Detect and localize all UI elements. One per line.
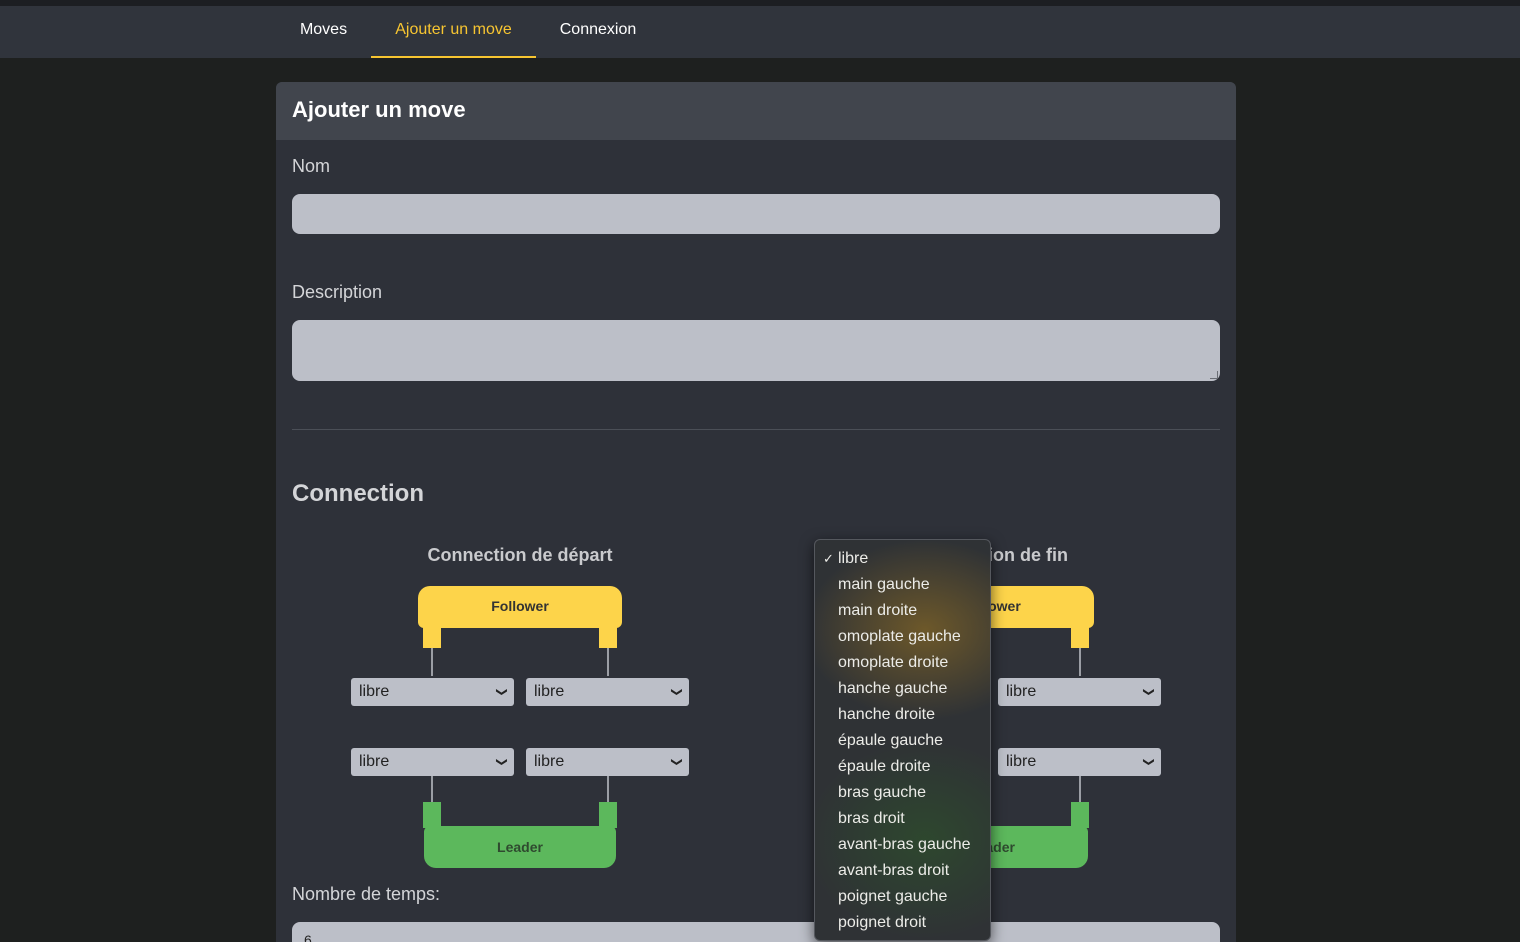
start-follower-left-select[interactable]: libre ❯ [351, 678, 514, 706]
dropdown-option-omoplate-droite[interactable]: omoplate droite [815, 650, 990, 676]
start-follower-right-select[interactable]: libre ❯ [526, 678, 689, 706]
top-navbar: Moves Ajouter un move Connexion [0, 6, 1520, 58]
divider [292, 429, 1220, 430]
description-label: Description [292, 282, 383, 302]
dropdown-option-poignet-gauche[interactable]: poignet gauche [815, 884, 990, 910]
end-follower-right-hand [1071, 622, 1089, 648]
page-title: Ajouter un move [292, 97, 466, 122]
start-leader-right-select[interactable]: libre ❯ [526, 748, 689, 776]
start-bottom-right-connector [607, 776, 609, 802]
dropdown-option-omoplate-gauche[interactable]: omoplate gauche [815, 624, 990, 650]
dropdown-option-bras-gauche[interactable]: bras gauche [815, 780, 990, 806]
dropdown-option-avant-bras-gauche[interactable]: avant-bras gauche [815, 832, 990, 858]
dropdown-option-hanche-droite[interactable]: hanche droite [815, 702, 990, 728]
start-follower-left-hand [423, 622, 441, 648]
dropdown-option-label: libre [838, 550, 869, 567]
start-leader-right-hand [599, 802, 617, 828]
nav-tab-moves[interactable]: Moves [276, 6, 371, 58]
add-move-card: Ajouter un move Nom Description Connecti… [276, 82, 1236, 942]
end-leader-right-select[interactable]: libre ❯ [998, 748, 1161, 776]
start-bottom-left-connector [431, 776, 433, 802]
description-textarea[interactable] [292, 320, 1220, 381]
end-leader-right-select-value: libre [1006, 753, 1037, 770]
nom-label: Nom [292, 156, 331, 176]
start-follower-bar: Follower [418, 586, 622, 628]
dropdown-option-libre[interactable]: ✓ libre [815, 546, 990, 572]
nav-tab-ajouter-un-move[interactable]: Ajouter un move [371, 6, 536, 58]
start-leader-left-select[interactable]: libre ❯ [351, 748, 514, 776]
end-follower-right-select[interactable]: libre ❯ [998, 678, 1161, 706]
start-follower-left-select-value: libre [359, 683, 390, 700]
tempo-label: Nombre de temps: [292, 884, 441, 904]
end-top-right-connector [1079, 648, 1081, 676]
chevron-down-icon: ❯ [1142, 757, 1155, 767]
dropdown-option-poignet-droit[interactable]: poignet droit [815, 910, 990, 936]
chevron-down-icon: ❯ [670, 687, 683, 697]
nom-input[interactable] [292, 194, 1220, 234]
dropdown-option-avant-bras-droit[interactable]: avant-bras droit [815, 858, 990, 884]
dropdown-option-main-gauche[interactable]: main gauche [815, 572, 990, 598]
start-leader-left-hand [423, 802, 441, 828]
dropdown-option-epaule-droite[interactable]: épaule droite [815, 754, 990, 780]
chevron-down-icon: ❯ [495, 757, 508, 767]
end-leader-right-hand [1071, 802, 1089, 828]
start-connection-title: Connection de départ [427, 545, 613, 565]
connection-select-dropdown[interactable]: ✓ libre main gauche main droite omoplate… [814, 539, 991, 941]
chevron-down-icon: ❯ [670, 757, 683, 767]
start-leader-bar: Leader [424, 826, 616, 868]
dropdown-option-main-droite[interactable]: main droite [815, 598, 990, 624]
card-header: Ajouter un move [276, 82, 1236, 140]
chevron-down-icon: ❯ [495, 687, 508, 697]
check-icon: ✓ [823, 551, 834, 566]
start-follower-right-hand [599, 622, 617, 648]
dropdown-option-bras-droit[interactable]: bras droit [815, 806, 990, 832]
start-top-left-connector [431, 648, 433, 676]
chevron-down-icon: ❯ [1142, 687, 1155, 697]
tempo-input[interactable]: 6 [292, 922, 1220, 942]
start-leader-right-select-value: libre [534, 753, 565, 770]
start-top-right-connector [607, 648, 609, 676]
end-bottom-right-connector [1079, 776, 1081, 802]
dropdown-option-epaule-gauche[interactable]: épaule gauche [815, 728, 990, 754]
nav-tab-connexion[interactable]: Connexion [536, 6, 660, 58]
start-follower-right-select-value: libre [534, 683, 565, 700]
dropdown-option-hanche-gauche[interactable]: hanche gauche [815, 676, 990, 702]
textarea-resize-handle[interactable] [1210, 371, 1218, 379]
connection-section-title: Connection [292, 480, 424, 507]
start-leader-left-select-value: libre [359, 753, 390, 770]
end-follower-right-select-value: libre [1006, 683, 1037, 700]
